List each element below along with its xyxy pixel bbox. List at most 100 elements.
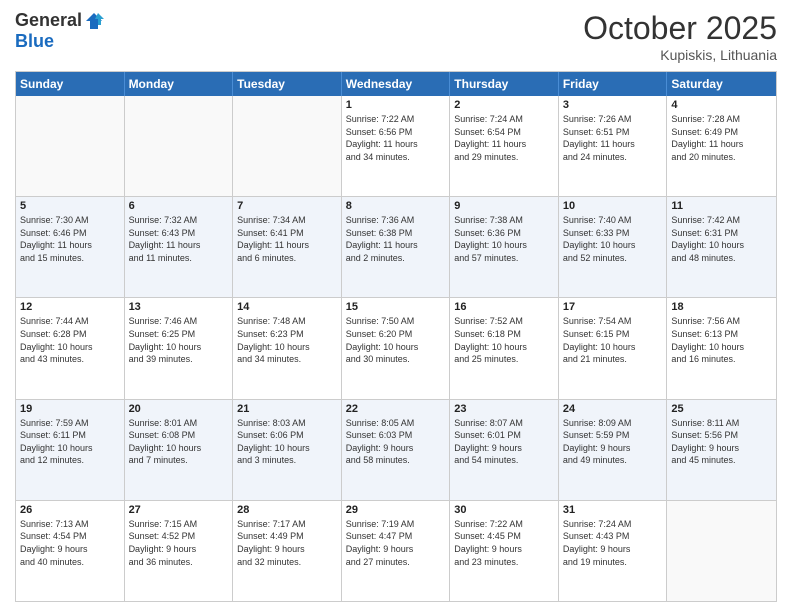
day-number: 3 bbox=[563, 99, 663, 111]
day-info: Sunrise: 7:38 AM Sunset: 6:36 PM Dayligh… bbox=[454, 214, 554, 264]
day-info: Sunrise: 7:17 AM Sunset: 4:49 PM Dayligh… bbox=[237, 518, 337, 568]
calendar-row: 5 Sunrise: 7:30 AM Sunset: 6:46 PM Daylig… bbox=[16, 196, 776, 297]
day-info: Sunrise: 7:54 AM Sunset: 6:15 PM Dayligh… bbox=[563, 315, 663, 365]
page: General Blue October 2025 Kupiskis, Lith… bbox=[0, 0, 792, 612]
day-info: Sunrise: 7:24 AM Sunset: 4:43 PM Dayligh… bbox=[563, 518, 663, 568]
weekday-header-thursday: Thursday bbox=[450, 72, 559, 96]
day-number: 23 bbox=[454, 403, 554, 415]
calendar-body: 1 Sunrise: 7:22 AM Sunset: 6:56 PM Daylig… bbox=[16, 96, 776, 601]
day-info: Sunrise: 7:36 AM Sunset: 6:38 PM Dayligh… bbox=[346, 214, 446, 264]
day-number: 15 bbox=[346, 301, 446, 313]
empty-cell bbox=[233, 96, 342, 196]
day-number: 17 bbox=[563, 301, 663, 313]
day-cell-28: 28 Sunrise: 7:17 AM Sunset: 4:49 PM Dayli… bbox=[233, 501, 342, 601]
calendar-header: SundayMondayTuesdayWednesdayThursdayFrid… bbox=[16, 72, 776, 96]
title-area: October 2025 Kupiskis, Lithuania bbox=[583, 10, 777, 63]
day-info: Sunrise: 7:50 AM Sunset: 6:20 PM Dayligh… bbox=[346, 315, 446, 365]
day-info: Sunrise: 7:26 AM Sunset: 6:51 PM Dayligh… bbox=[563, 113, 663, 163]
day-info: Sunrise: 8:03 AM Sunset: 6:06 PM Dayligh… bbox=[237, 417, 337, 467]
logo-general: General bbox=[15, 10, 82, 31]
day-info: Sunrise: 7:30 AM Sunset: 6:46 PM Dayligh… bbox=[20, 214, 120, 264]
calendar-row: 1 Sunrise: 7:22 AM Sunset: 6:56 PM Daylig… bbox=[16, 96, 776, 196]
day-info: Sunrise: 7:46 AM Sunset: 6:25 PM Dayligh… bbox=[129, 315, 229, 365]
day-info: Sunrise: 7:22 AM Sunset: 6:56 PM Dayligh… bbox=[346, 113, 446, 163]
day-cell-20: 20 Sunrise: 8:01 AM Sunset: 6:08 PM Dayli… bbox=[125, 400, 234, 500]
day-info: Sunrise: 7:22 AM Sunset: 4:45 PM Dayligh… bbox=[454, 518, 554, 568]
day-number: 16 bbox=[454, 301, 554, 313]
day-cell-17: 17 Sunrise: 7:54 AM Sunset: 6:15 PM Dayli… bbox=[559, 298, 668, 398]
day-cell-27: 27Sunrise: 7:15 AM Sunset: 4:52 PM Dayli… bbox=[125, 501, 234, 601]
day-cell-30: 30 Sunrise: 7:22 AM Sunset: 4:45 PM Dayli… bbox=[450, 501, 559, 601]
day-number: 10 bbox=[563, 200, 663, 212]
day-number: 31 bbox=[563, 504, 663, 516]
day-info: Sunrise: 7:42 AM Sunset: 6:31 PM Dayligh… bbox=[671, 214, 772, 264]
day-info: Sunrise: 7:40 AM Sunset: 6:33 PM Dayligh… bbox=[563, 214, 663, 264]
day-info: Sunrise: 7:59 AM Sunset: 6:11 PM Dayligh… bbox=[20, 417, 120, 467]
location: Kupiskis, Lithuania bbox=[583, 47, 777, 63]
day-number: 21 bbox=[237, 403, 337, 415]
day-info: Sunrise: 7:19 AM Sunset: 4:47 PM Dayligh… bbox=[346, 518, 446, 568]
day-cell-25: 25 Sunrise: 8:11 AM Sunset: 5:56 PM Dayli… bbox=[667, 400, 776, 500]
weekday-header-wednesday: Wednesday bbox=[342, 72, 451, 96]
day-cell-23: 23 Sunrise: 8:07 AM Sunset: 6:01 PM Dayli… bbox=[450, 400, 559, 500]
weekday-header-sunday: Sunday bbox=[16, 72, 125, 96]
day-number: 8 bbox=[346, 200, 446, 212]
calendar-row: 19 Sunrise: 7:59 AM Sunset: 6:11 PM Dayli… bbox=[16, 399, 776, 500]
day-info: Sunrise: 8:11 AM Sunset: 5:56 PM Dayligh… bbox=[671, 417, 772, 467]
day-number: 14 bbox=[237, 301, 337, 313]
day-info: Sunrise: 7:32 AM Sunset: 6:43 PM Dayligh… bbox=[129, 214, 229, 264]
day-number: 1 bbox=[346, 99, 446, 111]
day-cell-1: 1 Sunrise: 7:22 AM Sunset: 6:56 PM Daylig… bbox=[342, 96, 451, 196]
day-info: Sunrise: 7:56 AM Sunset: 6:13 PM Dayligh… bbox=[671, 315, 772, 365]
day-cell-6: 6 Sunrise: 7:32 AM Sunset: 6:43 PM Daylig… bbox=[125, 197, 234, 297]
day-number: 11 bbox=[671, 200, 772, 212]
day-cell-16: 16Sunrise: 7:52 AM Sunset: 6:18 PM Dayli… bbox=[450, 298, 559, 398]
day-cell-15: 15 Sunrise: 7:50 AM Sunset: 6:20 PM Dayli… bbox=[342, 298, 451, 398]
weekday-header-monday: Monday bbox=[125, 72, 234, 96]
day-number: 18 bbox=[671, 301, 772, 313]
day-info: Sunrise: 8:07 AM Sunset: 6:01 PM Dayligh… bbox=[454, 417, 554, 467]
empty-cell bbox=[125, 96, 234, 196]
day-cell-29: 29 Sunrise: 7:19 AM Sunset: 4:47 PM Dayli… bbox=[342, 501, 451, 601]
logo-icon bbox=[84, 11, 104, 31]
day-number: 29 bbox=[346, 504, 446, 516]
month-title: October 2025 bbox=[583, 10, 777, 47]
weekday-header-tuesday: Tuesday bbox=[233, 72, 342, 96]
day-info: Sunrise: 8:01 AM Sunset: 6:08 PM Dayligh… bbox=[129, 417, 229, 467]
day-cell-22: 22Sunrise: 8:05 AM Sunset: 6:03 PM Dayli… bbox=[342, 400, 451, 500]
empty-cell bbox=[16, 96, 125, 196]
weekday-header-saturday: Saturday bbox=[667, 72, 776, 96]
day-number: 5 bbox=[20, 200, 120, 212]
day-info: Sunrise: 7:13 AM Sunset: 4:54 PM Dayligh… bbox=[20, 518, 120, 568]
day-cell-13: 13Sunrise: 7:46 AM Sunset: 6:25 PM Dayli… bbox=[125, 298, 234, 398]
day-cell-10: 10 Sunrise: 7:40 AM Sunset: 6:33 PM Dayli… bbox=[559, 197, 668, 297]
day-info: Sunrise: 7:48 AM Sunset: 6:23 PM Dayligh… bbox=[237, 315, 337, 365]
day-info: Sunrise: 7:34 AM Sunset: 6:41 PM Dayligh… bbox=[237, 214, 337, 264]
day-cell-8: 8 Sunrise: 7:36 AM Sunset: 6:38 PM Daylig… bbox=[342, 197, 451, 297]
calendar-row: 26 Sunrise: 7:13 AM Sunset: 4:54 PM Dayli… bbox=[16, 500, 776, 601]
day-number: 20 bbox=[129, 403, 229, 415]
empty-cell bbox=[667, 501, 776, 601]
day-cell-19: 19 Sunrise: 7:59 AM Sunset: 6:11 PM Dayli… bbox=[16, 400, 125, 500]
day-info: Sunrise: 8:05 AM Sunset: 6:03 PM Dayligh… bbox=[346, 417, 446, 467]
day-cell-24: 24Sunrise: 8:09 AM Sunset: 5:59 PM Dayli… bbox=[559, 400, 668, 500]
day-cell-3: 3 Sunrise: 7:26 AM Sunset: 6:51 PM Daylig… bbox=[559, 96, 668, 196]
day-number: 25 bbox=[671, 403, 772, 415]
day-number: 4 bbox=[671, 99, 772, 111]
day-number: 30 bbox=[454, 504, 554, 516]
day-cell-9: 9 Sunrise: 7:38 AM Sunset: 6:36 PM Daylig… bbox=[450, 197, 559, 297]
day-number: 6 bbox=[129, 200, 229, 212]
day-number: 7 bbox=[237, 200, 337, 212]
day-info: Sunrise: 7:28 AM Sunset: 6:49 PM Dayligh… bbox=[671, 113, 772, 163]
day-number: 28 bbox=[237, 504, 337, 516]
day-number: 26 bbox=[20, 504, 120, 516]
day-number: 9 bbox=[454, 200, 554, 212]
day-number: 19 bbox=[20, 403, 120, 415]
day-cell-2: 2Sunrise: 7:24 AM Sunset: 6:54 PM Daylig… bbox=[450, 96, 559, 196]
day-cell-18: 18 Sunrise: 7:56 AM Sunset: 6:13 PM Dayli… bbox=[667, 298, 776, 398]
weekday-header-friday: Friday bbox=[559, 72, 668, 96]
header: General Blue October 2025 Kupiskis, Lith… bbox=[15, 10, 777, 63]
day-cell-26: 26 Sunrise: 7:13 AM Sunset: 4:54 PM Dayli… bbox=[16, 501, 125, 601]
day-number: 2 bbox=[454, 99, 554, 111]
day-info: Sunrise: 8:09 AM Sunset: 5:59 PM Dayligh… bbox=[563, 417, 663, 467]
